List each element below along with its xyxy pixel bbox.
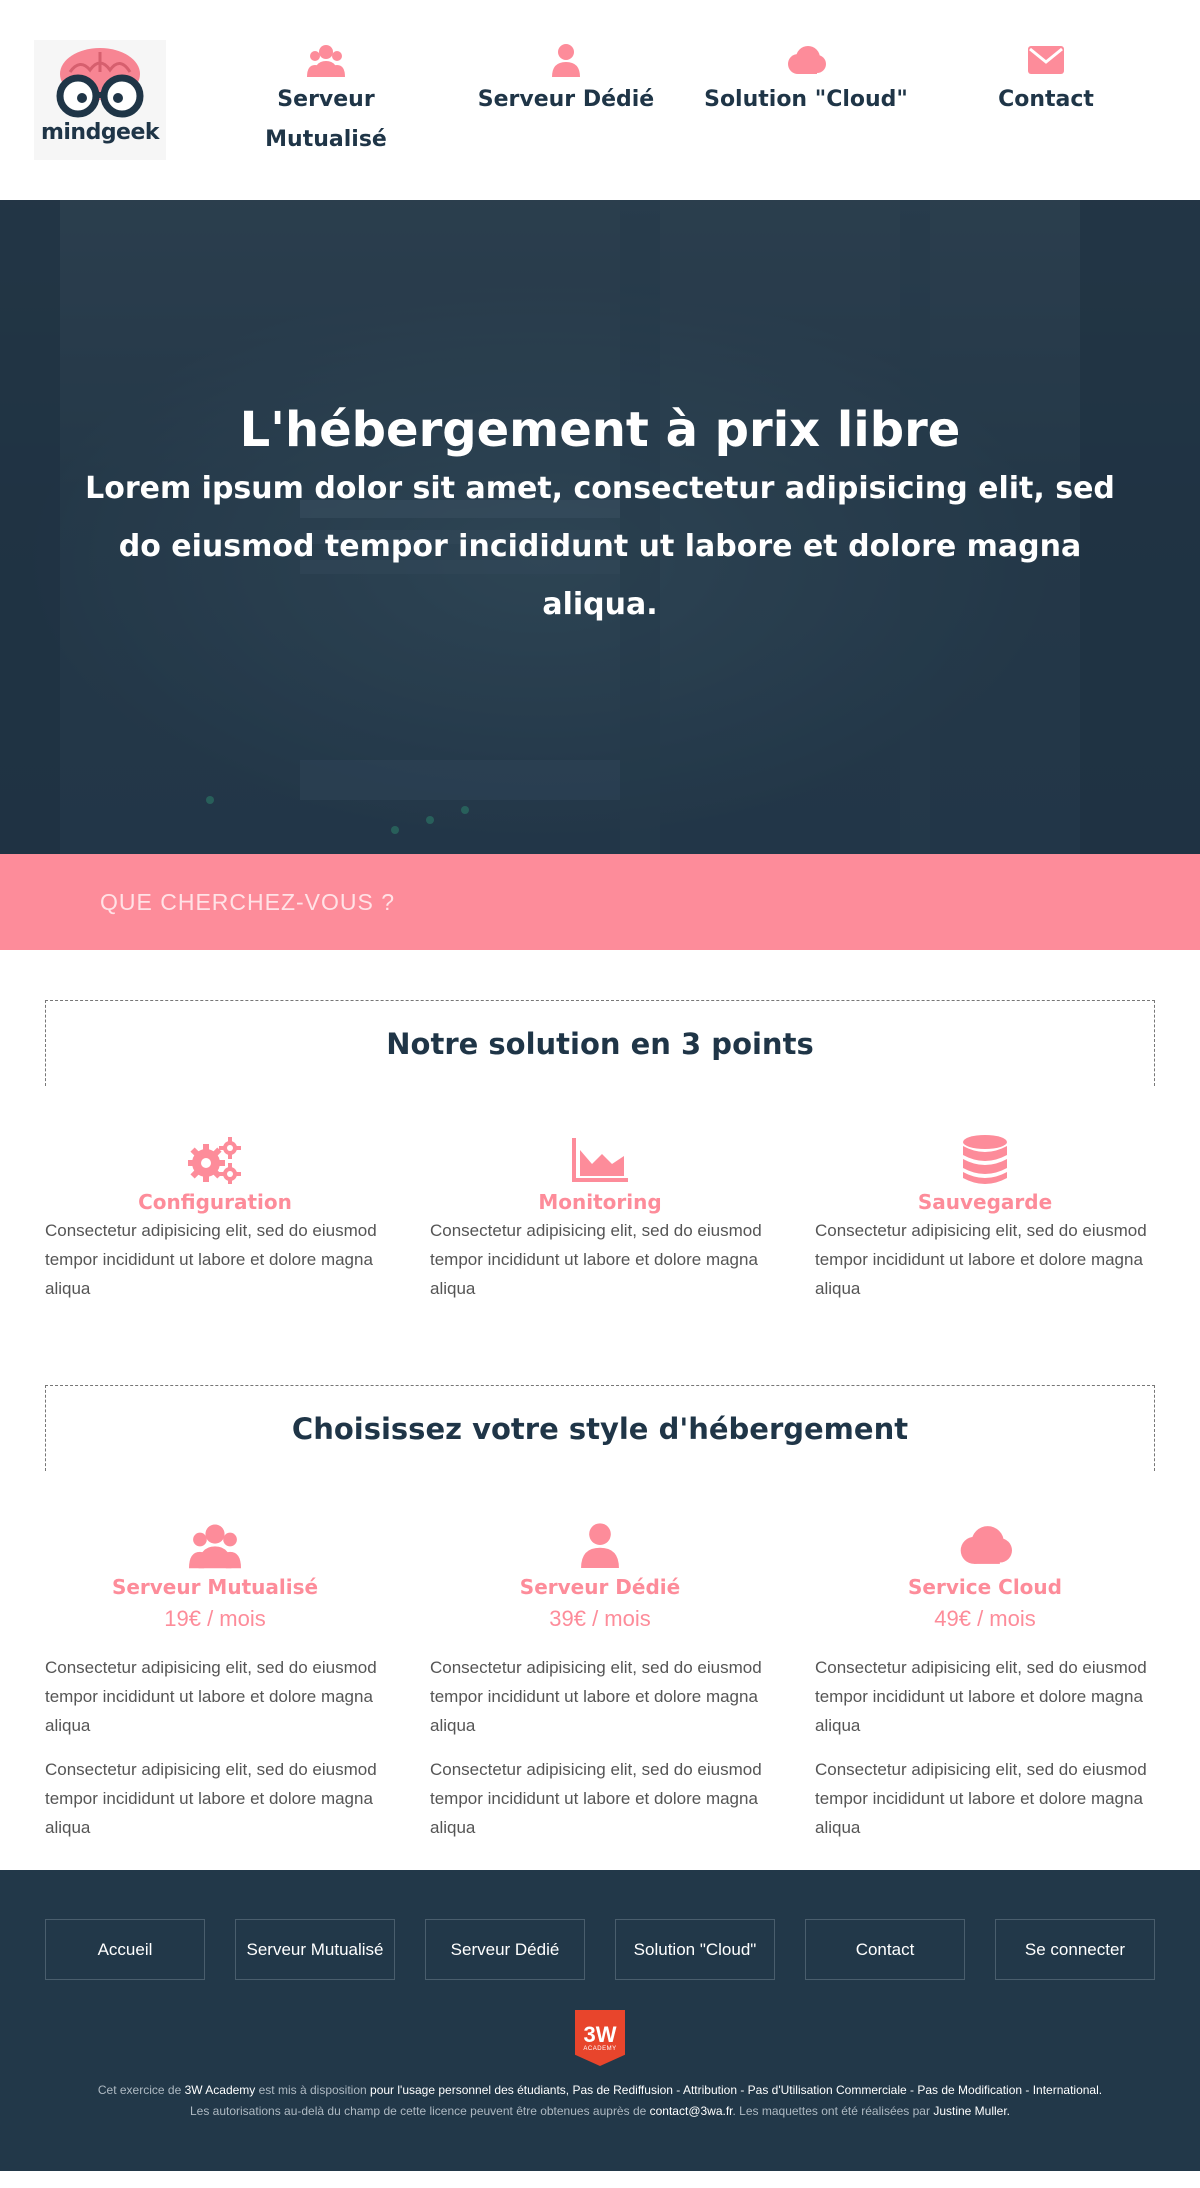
badge-wrap: 3W ACADEMY [0, 2010, 1200, 2066]
badge-main-text: 3W [583, 2022, 617, 2047]
database-icon [815, 1132, 1155, 1188]
nav-label: Serveur Dédié [477, 87, 655, 112]
nav-item-contact[interactable]: Contact [936, 40, 1156, 160]
users-icon [307, 40, 345, 80]
license-line-1: Cet exercice de 3W Academy est mis à dis… [0, 2080, 1200, 2101]
hero-banner: L'hébergement à prix libre Lorem ipsum d… [0, 200, 1200, 854]
user-icon [552, 40, 580, 80]
plan-card[interactable]: Serveur Dédié 39€ / mois Consectetur adi… [430, 1517, 770, 1842]
plans-section: Choisissez votre style d'hébergement Ser… [0, 1303, 1200, 1870]
badge-sub-text: ACADEMY [583, 2046, 617, 2052]
nav-item-serveur-mutualise[interactable]: Serveur Mutualisé [216, 40, 436, 160]
footer-link-contact[interactable]: Contact [805, 1919, 965, 1980]
point-sauvegarde: Sauvegarde Consectetur adipisicing elit,… [815, 1132, 1155, 1303]
nav-label: Mutualisé [265, 127, 387, 152]
footer-link-solution-cloud[interactable]: Solution "Cloud" [615, 1919, 775, 1980]
license-text-part: est mis à disposition [255, 2083, 371, 2097]
nav-label: Solution "Cloud" [704, 87, 908, 112]
footer-nav: Accueil Serveur Mutualisé Serveur Dédié … [0, 1919, 1200, 1980]
license-text: Cet exercice de 3W Academy est mis à dis… [0, 2080, 1200, 2122]
license-text-part: Les autorisations au-delà du champ de ce… [189, 2104, 650, 2118]
user-icon [430, 1517, 770, 1573]
plans-columns: Serveur Mutualisé 19€ / mois Consectetur… [45, 1517, 1155, 1842]
users-icon [45, 1517, 385, 1573]
logo-text: mindgeek [40, 120, 160, 145]
site-footer: Accueil Serveur Mutualisé Serveur Dédié … [0, 1870, 1200, 2171]
plan-card[interactable]: Service Cloud 49€ / mois Consectetur adi… [815, 1517, 1155, 1842]
hero-title: L'hébergement à prix libre [239, 402, 961, 458]
footer-link-se-connecter[interactable]: Se connecter [995, 1919, 1155, 1980]
plan-text: Consectetur adipisicing elit, sed do eiu… [430, 1658, 762, 1735]
plan-card[interactable]: Serveur Mutualisé 19€ / mois Consectetur… [45, 1517, 385, 1842]
plan-text: Consectetur adipisicing elit, sed do eiu… [430, 1760, 762, 1837]
section-title: Choisissez votre style d'hébergement [291, 1411, 909, 1446]
plan-price: 49€ / mois [934, 1606, 1036, 1631]
nav-item-solution-cloud[interactable]: Solution "Cloud" [696, 40, 916, 160]
footer-link-serveur-mutualise[interactable]: Serveur Mutualisé [235, 1919, 395, 1980]
search-bar [0, 854, 1200, 950]
main-nav: Serveur Mutualisé Serveur Dédié Solution… [206, 40, 1166, 160]
point-configuration: Configuration Consectetur adipisicing el… [45, 1132, 385, 1303]
cloud-icon [786, 40, 826, 80]
footer-link-serveur-dedie[interactable]: Serveur Dédié [425, 1919, 585, 1980]
point-title: Configuration [138, 1190, 292, 1214]
cloud-icon [815, 1517, 1155, 1573]
plan-price: 19€ / mois [164, 1606, 266, 1631]
site-header: mindgeek Serveur Mutualisé Serveur Dédié… [0, 0, 1200, 200]
plan-title: Service Cloud [908, 1575, 1062, 1599]
nav-label: Contact [998, 87, 1094, 112]
section-title-box: Choisissez votre style d'hébergement [45, 1385, 1155, 1471]
3w-academy-badge[interactable]: 3W ACADEMY [575, 2010, 625, 2066]
hero-content: L'hébergement à prix libre Lorem ipsum d… [0, 400, 1200, 634]
point-title: Monitoring [538, 1190, 662, 1214]
plan-text: Consectetur adipisicing elit, sed do eiu… [45, 1760, 377, 1837]
license-line-2: Les autorisations au-delà du champ de ce… [0, 2101, 1200, 2122]
license-link-3w[interactable]: 3W Academy [185, 2083, 256, 2097]
license-link-terms[interactable]: pour l'usage personnel des étudiants, Pa… [370, 2083, 1102, 2097]
nav-item-serveur-dedie[interactable]: Serveur Dédié [456, 40, 676, 160]
plan-text: Consectetur adipisicing elit, sed do eiu… [815, 1760, 1147, 1837]
nav-label: Serveur [277, 87, 375, 112]
license-text-part: . Les maquettes ont été réalisées par [732, 2104, 934, 2118]
plan-title: Serveur Dédié [519, 1575, 681, 1599]
search-input[interactable] [100, 888, 1000, 916]
plan-text: Consectetur adipisicing elit, sed do eiu… [815, 1658, 1147, 1735]
hero-subtitle: Lorem ipsum dolor sit amet, consectetur … [85, 471, 1115, 622]
point-text: Consectetur adipisicing elit, sed do eiu… [45, 1221, 377, 1298]
point-monitoring: Monitoring Consectetur adipisicing elit,… [430, 1132, 770, 1303]
plan-price: 39€ / mois [549, 1606, 651, 1631]
logo[interactable]: mindgeek [34, 40, 166, 160]
point-text: Consectetur adipisicing elit, sed do eiu… [430, 1221, 762, 1298]
plan-text: Consectetur adipisicing elit, sed do eiu… [45, 1658, 377, 1735]
envelope-icon [1028, 40, 1064, 80]
brain-glasses-icon [56, 48, 144, 118]
area-chart-icon [430, 1132, 770, 1188]
section-title: Notre solution en 3 points [386, 1026, 814, 1061]
footer-link-accueil[interactable]: Accueil [45, 1919, 205, 1980]
points-section: Notre solution en 3 points Configuration… [0, 950, 1200, 1303]
points-columns: Configuration Consectetur adipisicing el… [45, 1132, 1155, 1303]
point-text: Consectetur adipisicing elit, sed do eiu… [815, 1221, 1147, 1298]
license-text-part: Cet exercice de [97, 2083, 185, 2097]
plan-title: Serveur Mutualisé [111, 1575, 319, 1599]
license-author-link[interactable]: Justine Muller. [933, 2104, 1010, 2118]
gears-icon [45, 1132, 385, 1188]
section-title-box: Notre solution en 3 points [45, 1000, 1155, 1086]
license-email-link[interactable]: contact@3wa.fr [650, 2104, 733, 2118]
point-title: Sauvegarde [917, 1190, 1053, 1214]
